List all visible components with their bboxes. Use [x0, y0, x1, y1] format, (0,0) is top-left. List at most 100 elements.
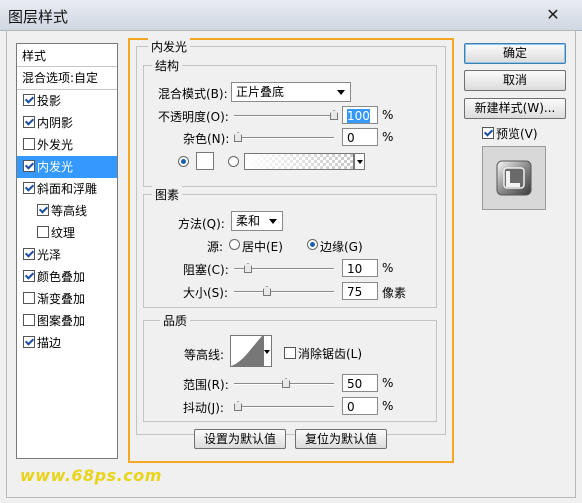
style-list-header[interactable]: 样式	[17, 44, 117, 67]
style-item[interactable]: 外发光	[17, 134, 117, 156]
choke-value: 10	[347, 262, 363, 276]
style-item[interactable]: 投影	[17, 90, 117, 112]
contour-dropdown-button[interactable]	[263, 335, 272, 367]
opacity-slider-track	[234, 115, 334, 117]
style-item-label: 图案叠加	[37, 314, 86, 328]
range-slider-thumb[interactable]	[282, 378, 290, 388]
style-item-checkbox[interactable]	[23, 94, 35, 106]
range-label: 范围(R):	[183, 378, 229, 392]
reset-default-button[interactable]: 复位为默认值	[295, 429, 387, 449]
noise-slider[interactable]	[234, 129, 338, 143]
inner-glow-title: 内发光	[148, 38, 191, 55]
contour-curve-icon	[231, 336, 262, 366]
jitter-input[interactable]: 0	[342, 397, 378, 415]
style-item[interactable]: 内发光	[17, 156, 117, 178]
jitter-slider[interactable]	[234, 398, 338, 412]
gradient-radio[interactable]	[228, 156, 239, 167]
chevron-down-icon	[269, 219, 277, 224]
opacity-label: 不透明度(O):	[158, 110, 229, 124]
structure-title: 结构	[152, 57, 183, 74]
style-item-checkbox[interactable]	[23, 270, 35, 282]
style-item-checkbox[interactable]	[23, 314, 35, 326]
style-item[interactable]: 渐变叠加	[17, 288, 117, 310]
source-edge-radio[interactable]	[307, 239, 318, 250]
noise-slider-track	[234, 137, 334, 139]
style-item[interactable]: 描边	[17, 332, 117, 354]
antialias-checkbox[interactable]	[284, 347, 296, 359]
size-input[interactable]: 75	[342, 282, 378, 300]
style-item-label: 斜面和浮雕	[37, 182, 98, 196]
range-input[interactable]: 50	[342, 374, 378, 392]
size-slider-thumb[interactable]	[263, 286, 271, 296]
preview-cube-icon	[496, 160, 532, 196]
style-item-checkbox[interactable]	[23, 138, 35, 150]
blend-mode-select[interactable]: 正片叠底	[231, 82, 351, 102]
chevron-down-icon	[264, 350, 270, 354]
style-item-checkbox[interactable]	[23, 248, 35, 260]
watermark: www.68ps.com	[20, 466, 162, 485]
gradient-preview[interactable]	[244, 153, 354, 170]
method-value: 柔和	[236, 214, 261, 228]
blend-options-item[interactable]: 混合选项:自定	[17, 67, 117, 90]
glow-color-swatch[interactable]	[196, 152, 214, 170]
choke-slider[interactable]	[234, 260, 338, 274]
method-select[interactable]: 柔和	[231, 211, 283, 231]
jitter-slider-thumb[interactable]	[234, 401, 242, 411]
style-list-header-label: 样式	[22, 49, 47, 63]
close-icon[interactable]: ✕	[540, 4, 566, 26]
range-slider[interactable]	[234, 375, 338, 389]
opacity-slider-thumb[interactable]	[330, 110, 338, 120]
size-unit: 像素	[382, 286, 407, 300]
source-center-radio[interactable]	[229, 239, 240, 250]
antialias-checkbox-row[interactable]: 消除锯齿(L)	[284, 345, 362, 362]
gradient-dropdown-button[interactable]	[354, 153, 365, 170]
style-item[interactable]: 图案叠加	[17, 310, 117, 332]
style-item-label: 内发光	[37, 160, 74, 174]
size-slider-track	[234, 291, 334, 293]
size-slider[interactable]	[234, 283, 338, 297]
style-item-checkbox[interactable]	[23, 182, 35, 194]
style-item[interactable]: 颜色叠加	[17, 266, 117, 288]
noise-label: 杂色(N):	[183, 132, 230, 146]
style-item-checkbox[interactable]	[37, 204, 49, 216]
style-item-label: 内阴影	[37, 116, 74, 130]
preview-checkbox-row[interactable]: 预览(V)	[482, 125, 538, 142]
style-item-checkbox[interactable]	[23, 336, 35, 348]
style-item-label: 描边	[37, 336, 62, 350]
size-label: 大小(S):	[183, 286, 229, 300]
contour-preview[interactable]	[230, 335, 263, 367]
opacity-input[interactable]: 100	[342, 106, 378, 124]
cancel-button[interactable]: 取消	[464, 70, 566, 91]
set-default-button[interactable]: 设置为默认值	[194, 429, 286, 449]
style-item-checkbox[interactable]	[23, 292, 35, 304]
noise-slider-thumb[interactable]	[234, 132, 242, 142]
style-item-checkbox[interactable]	[23, 116, 35, 128]
style-item[interactable]: 内阴影	[17, 112, 117, 134]
style-item-checkbox[interactable]	[23, 160, 35, 172]
style-item-label: 光泽	[37, 248, 62, 262]
ok-button[interactable]: 确定	[464, 43, 566, 64]
style-item-checkbox[interactable]	[37, 226, 49, 238]
opacity-value: 100	[347, 109, 370, 123]
new-style-button[interactable]: 新建样式(W)...	[464, 98, 566, 119]
preview-label: 预览(V)	[496, 127, 538, 141]
jitter-value: 0	[347, 400, 355, 414]
preview-checkbox[interactable]	[482, 127, 494, 139]
opacity-slider[interactable]	[234, 107, 338, 121]
source-label: 源:	[207, 240, 224, 254]
solid-color-radio[interactable]	[178, 156, 189, 167]
noise-input[interactable]: 0	[342, 128, 378, 146]
source-edge-label: 边缘(G)	[320, 240, 363, 254]
contour-label: 等高线:	[184, 348, 225, 362]
choke-slider-thumb[interactable]	[244, 263, 252, 273]
choke-input[interactable]: 10	[342, 259, 378, 277]
source-center-label: 居中(E)	[242, 240, 283, 254]
style-item[interactable]: 纹理	[17, 222, 117, 244]
style-item[interactable]: 斜面和浮雕	[17, 178, 117, 200]
style-item[interactable]: 等高线	[17, 200, 117, 222]
style-list: 样式 混合选项:自定 投影内阴影外发光内发光斜面和浮雕等高线 纹理光泽颜色叠加 渐变…	[16, 43, 118, 459]
blend-mode-label: 混合模式(B):	[158, 87, 228, 101]
jitter-label: 抖动(J):	[183, 401, 224, 415]
choke-unit: %	[382, 261, 394, 275]
style-item[interactable]: 光泽	[17, 244, 117, 266]
